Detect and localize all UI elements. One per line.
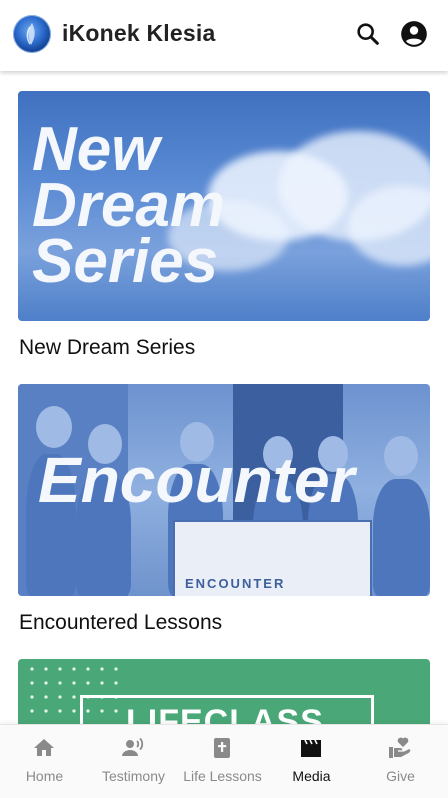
nav-item-life-lessons[interactable]: Life Lessons — [178, 725, 267, 798]
bible-icon — [214, 738, 230, 758]
image-text: Encounter — [38, 444, 355, 516]
nav-item-home[interactable]: Home — [0, 725, 89, 798]
movie-icon — [301, 739, 321, 757]
bottom-navigation: Home Testimony Life Lessons Media Give — [0, 724, 448, 798]
lifeclass-thumbnail[interactable]: LIFECLASS — [18, 659, 430, 724]
testimony-icon — [122, 737, 144, 756]
app-title: iKonek Klesia — [62, 20, 216, 46]
new-dream-series-thumbnail[interactable]: New Dream Series — [18, 91, 430, 321]
give-heart-icon — [389, 737, 411, 758]
nav-label: Media — [292, 768, 331, 784]
image-text-line: Series — [32, 227, 219, 296]
card-title[interactable]: New Dream Series — [19, 336, 195, 360]
app-bar: iKonek Klesia — [0, 0, 448, 71]
nav-label: Testimony — [101, 768, 166, 784]
nav-label: Give — [386, 768, 415, 784]
card-title[interactable]: Encountered Lessons — [19, 611, 222, 635]
app-logo — [13, 15, 51, 53]
banner-text: ENCOUNTER — [185, 576, 286, 591]
account-circle-icon[interactable] — [400, 20, 428, 48]
nav-item-give[interactable]: Give — [356, 725, 445, 798]
encountered-lessons-thumbnail[interactable]: ENCOUNTER Encounter — [18, 384, 430, 596]
image-text-line: New — [32, 115, 160, 184]
nav-label: Life Lessons — [183, 768, 262, 784]
nav-item-testimony[interactable]: Testimony — [89, 725, 178, 798]
image-text: LIFECLASS — [126, 703, 324, 724]
nav-label: Home — [25, 768, 64, 784]
search-icon[interactable] — [354, 20, 382, 48]
nav-item-media[interactable]: Media — [267, 725, 356, 798]
image-text-line: Dream — [32, 171, 225, 240]
home-icon — [34, 739, 54, 756]
media-feed: New Dream Series New Dream Series ENCOUN… — [0, 71, 448, 724]
